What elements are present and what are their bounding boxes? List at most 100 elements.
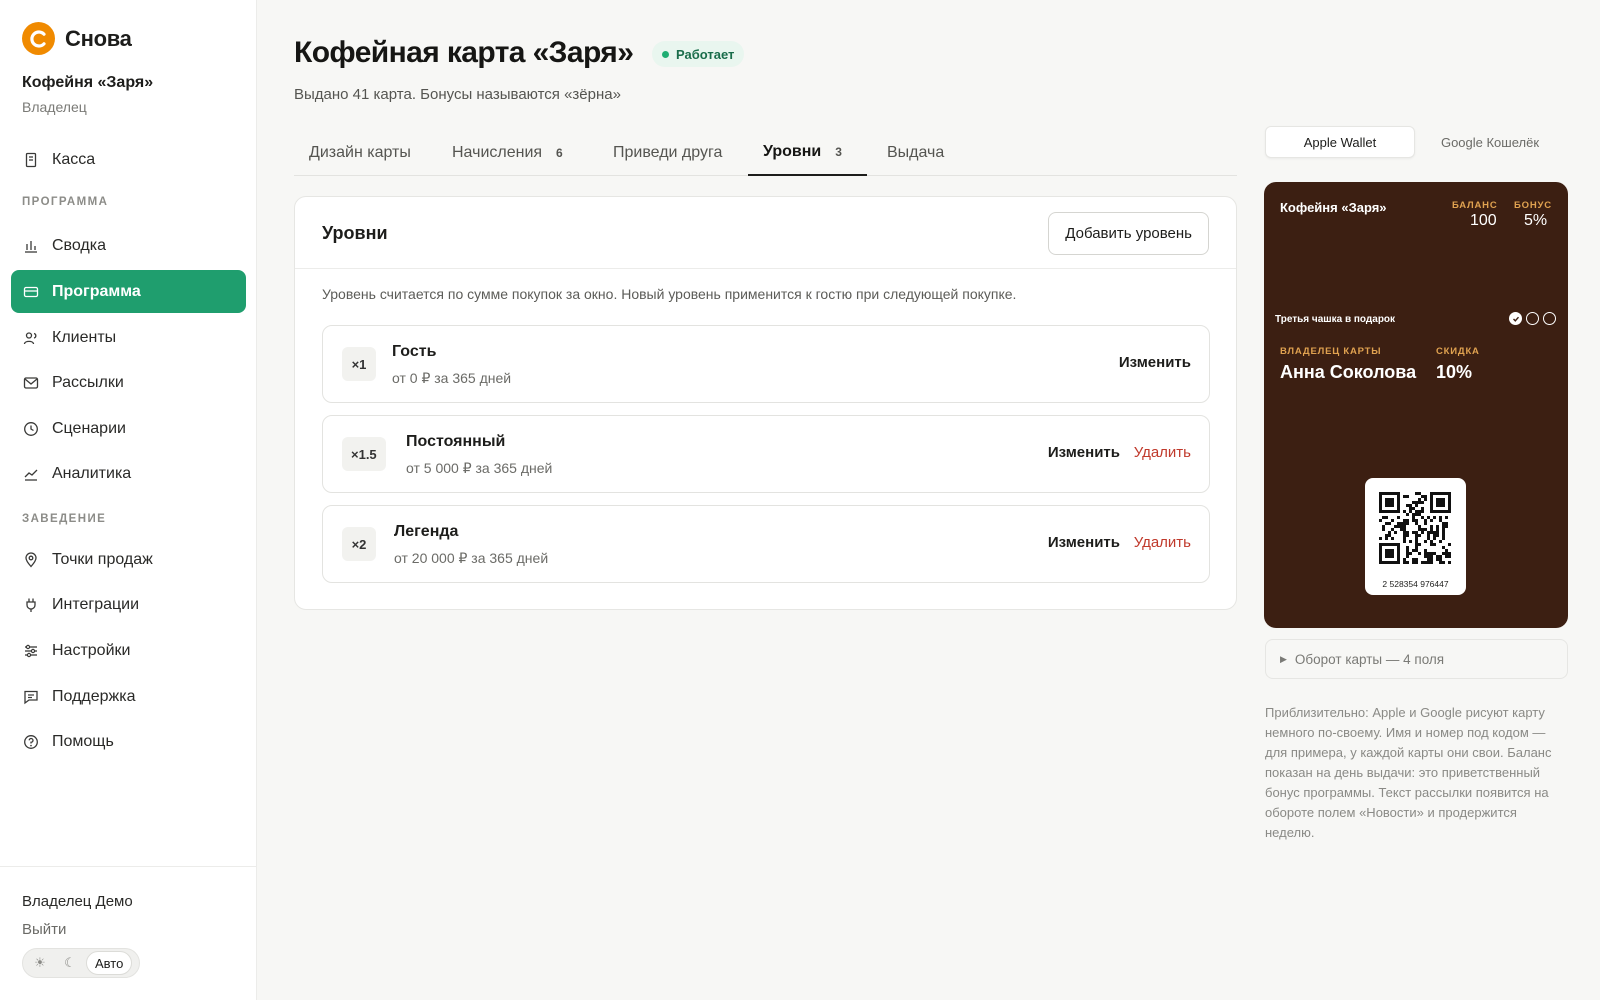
moon-icon[interactable]: ☾ [56, 951, 84, 975]
nav-label: Аналитика [52, 464, 132, 482]
preview-note: Приблизительно: Apple и Google рисуют ка… [1265, 705, 1552, 840]
page-title: Кофейная карта «Заря» [294, 36, 634, 69]
mail-icon [23, 375, 39, 391]
card-discount-label: СКИДКА [1436, 346, 1480, 357]
edit-level-button[interactable]: Изменить [1119, 354, 1191, 371]
logout-link[interactable]: Выйти [22, 921, 66, 938]
card-holder-label: ВЛАДЕЛЕЦ КАРТЫ [1280, 346, 1382, 357]
tab-label: Начисления [452, 144, 543, 161]
nav-label: Сводка [52, 236, 107, 254]
card-number: 2 528354 976447 [1382, 579, 1449, 589]
sidebar: Снова Кофейня «Заря» Владелец Касса ПРОГ… [0, 0, 257, 1000]
nav-label: Настройки [52, 641, 131, 659]
wallet-card-preview: Кофейня «Заря» БАЛАНС 100 БОНУС 5% Треть… [1264, 182, 1568, 628]
card-balance-value: 100 [1470, 212, 1497, 229]
level-range: от 5 000 ₽ за 365 дней [406, 460, 553, 476]
tab-count: 3 [835, 145, 842, 159]
users-icon [23, 330, 39, 346]
nav-item-kassa[interactable]: Касса [11, 138, 246, 181]
multiplier-badge: ×1 [342, 347, 376, 381]
location-pin-icon [23, 551, 39, 568]
status-label: Работает [676, 46, 735, 62]
level-range: от 0 ₽ за 365 дней [392, 370, 512, 386]
card-icon [23, 284, 39, 300]
tab-accruals[interactable]: Начисления 6 [452, 130, 563, 176]
section-label-program: ПРОГРАММА [22, 196, 109, 208]
nav-label: Интеграции [52, 595, 140, 613]
multiplier-badge: ×1.5 [342, 437, 386, 471]
tab-label: Приведи друга [613, 144, 723, 161]
receipt-icon [23, 152, 39, 168]
qr-code: 2 528354 976447 [1365, 478, 1466, 595]
tab-apple-wallet[interactable]: Apple Wallet [1265, 126, 1415, 158]
tab-issuance[interactable]: Выдача [887, 130, 944, 176]
theme-auto-option[interactable]: Авто [86, 951, 133, 975]
tab-google-wallet[interactable]: Google Кошелёк [1415, 126, 1565, 158]
brand-name: Снова [65, 25, 132, 51]
nav-item-integrations[interactable]: Интеграции [11, 583, 246, 626]
panel-header: Уровни Добавить уровень [295, 197, 1236, 269]
nav-label: Помощь [52, 732, 114, 750]
nav-item-mailings[interactable]: Рассылки [11, 361, 246, 404]
status-badge: Работает [652, 41, 745, 67]
level-name: Гость [392, 343, 437, 360]
brand[interactable]: Снова [22, 22, 132, 55]
card-holder-name: Анна Соколова [1280, 362, 1417, 382]
nav-label: Клиенты [52, 328, 117, 346]
nav-item-support[interactable]: Поддержка [11, 675, 246, 718]
multiplier-badge: ×2 [342, 527, 376, 561]
nav-label: Касса [52, 150, 96, 168]
nav-label: Сценарии [52, 419, 126, 437]
venue-role: Владелец [22, 99, 87, 115]
nav-item-clients[interactable]: Клиенты [11, 316, 246, 359]
edit-level-button[interactable]: Изменить [1048, 444, 1120, 461]
theme-toggle: ☀ ☾ Авто [22, 948, 140, 978]
tab-refer-friend[interactable]: Приведи друга [613, 130, 722, 176]
clock-icon [23, 421, 39, 437]
wallet-tabs: Apple Wallet Google Кошелёк [1265, 126, 1569, 158]
qr-code-icon [1379, 492, 1451, 564]
stamp-filled-icon [1509, 312, 1522, 325]
nav-label: Рассылки [52, 373, 124, 391]
stamp-empty-icon [1543, 312, 1556, 325]
level-row: ×2 Легенда от 20 000 ₽ за 365 дней Измен… [322, 505, 1210, 583]
nav-item-settings[interactable]: Настройки [11, 629, 246, 672]
help-circle-icon [23, 734, 39, 750]
bar-chart-icon [23, 238, 39, 254]
card-bonus-label: БОНУС [1514, 200, 1552, 211]
stamp-empty-icon [1526, 312, 1539, 325]
nav-item-points[interactable]: Точки продаж [11, 538, 246, 581]
chat-icon [23, 689, 39, 705]
page-subtitle: Выдано 41 карта. Бонусы называются «зёрн… [294, 86, 621, 103]
tab-bar: Дизайн карты Начисления 6 Приведи друга … [294, 130, 1237, 176]
tab-levels[interactable]: Уровни 3 [748, 130, 867, 176]
sun-icon[interactable]: ☀ [26, 951, 54, 975]
level-name: Постоянный [406, 433, 506, 450]
nav-item-analytics[interactable]: Аналитика [11, 452, 246, 495]
tab-label: Выдача [887, 144, 945, 161]
card-back-toggle[interactable]: ▶ Оборот карты — 4 поля [1265, 639, 1568, 679]
trend-icon [23, 466, 39, 482]
nav-label: Точки продаж [52, 550, 153, 568]
tab-card-design[interactable]: Дизайн карты [309, 130, 411, 176]
triangle-right-icon: ▶ [1280, 653, 1287, 664]
venue-name: Кофейня «Заря» [22, 74, 154, 91]
edit-level-button[interactable]: Изменить [1048, 534, 1120, 551]
level-row: ×1 Гость от 0 ₽ за 365 дней Изменить [322, 325, 1210, 403]
nav-item-summary[interactable]: Сводка [11, 224, 246, 267]
nav-label: Программа [52, 282, 141, 300]
add-level-button[interactable]: Добавить уровень [1048, 212, 1209, 255]
delete-level-button[interactable]: Удалить [1134, 444, 1191, 461]
sliders-icon [23, 643, 39, 659]
card-discount-value: 10% [1436, 362, 1473, 382]
level-row: ×1.5 Постоянный от 5 000 ₽ за 365 дней И… [322, 415, 1210, 493]
nav-item-help[interactable]: Помощь [11, 720, 246, 763]
user-name: Владелец Демо [22, 893, 133, 910]
nav-item-program[interactable]: Программа [11, 270, 246, 313]
delete-level-button[interactable]: Удалить [1134, 534, 1191, 551]
nav-item-scenarios[interactable]: Сценарии [11, 407, 246, 450]
level-name: Легенда [394, 523, 459, 540]
tab-count: 6 [556, 146, 563, 160]
card-balance-label: БАЛАНС [1452, 200, 1498, 211]
section-label-venue: ЗАВЕДЕНИЕ [22, 513, 107, 525]
